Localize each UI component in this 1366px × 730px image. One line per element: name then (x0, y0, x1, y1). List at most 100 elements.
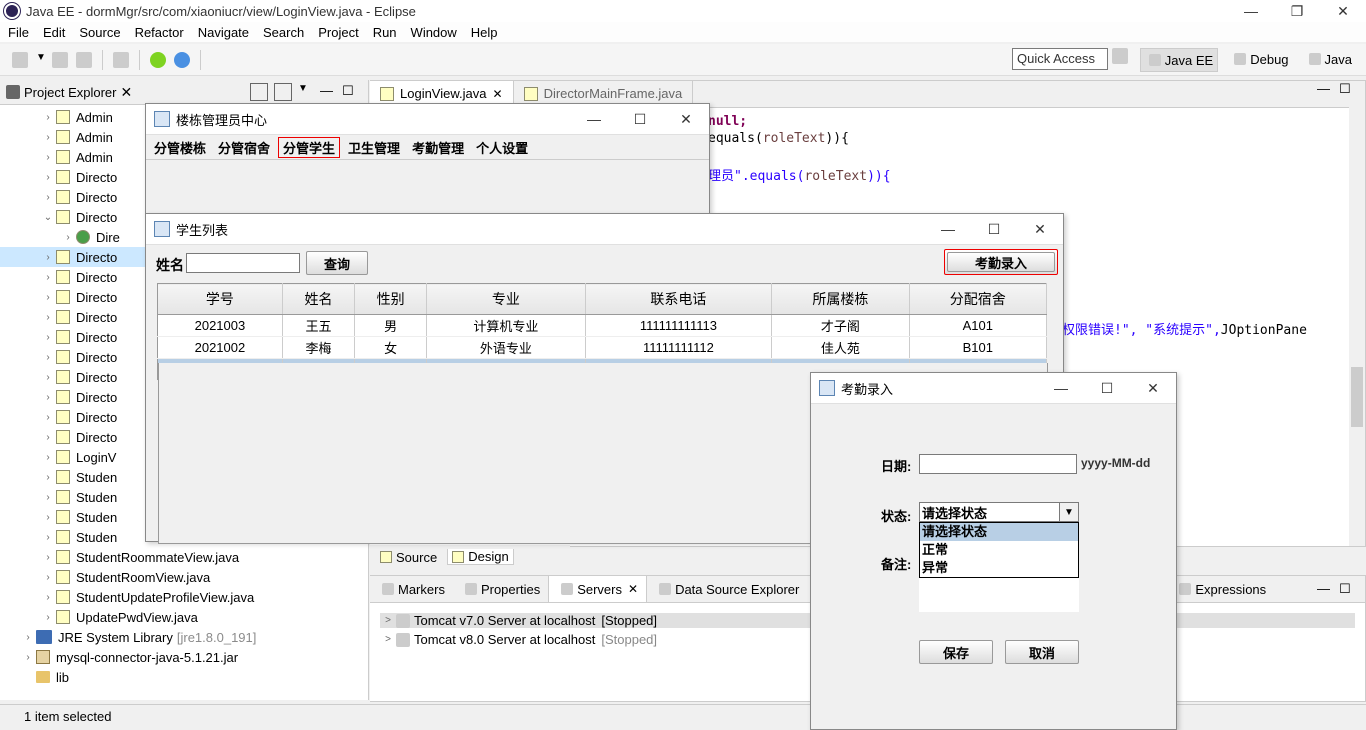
new-icon[interactable] (12, 51, 28, 68)
cancel-button[interactable]: 取消 (1005, 640, 1079, 664)
chevron-down-icon[interactable]: ▼ (1059, 503, 1078, 521)
link-editor-icon[interactable] (274, 83, 292, 101)
table-row[interactable]: 2021002 李梅女外语专业 11111111112 佳人苑 B101 (157, 336, 1048, 359)
debug-icon[interactable] (150, 51, 166, 68)
table-header-cell[interactable]: 所属楼栋 (771, 283, 910, 315)
maximize-icon[interactable]: ☐ (342, 83, 358, 99)
close-icon[interactable]: ✕ (1320, 0, 1366, 22)
tab-servers[interactable]: Servers ✕ (548, 576, 648, 602)
minimize-icon[interactable]: — (571, 104, 617, 134)
tab-properties[interactable]: Properties (453, 576, 548, 602)
chevron-right-icon[interactable]: › (40, 412, 56, 423)
chevron-right-icon[interactable]: › (60, 232, 76, 243)
minimize-icon[interactable]: — (320, 83, 336, 99)
chevron-right-icon[interactable]: › (40, 492, 56, 503)
menu-file[interactable]: File (8, 25, 29, 40)
search-input[interactable] (186, 253, 300, 273)
menu-edit[interactable]: Edit (43, 25, 65, 40)
menu-dorms[interactable]: 分管宿舍 (214, 138, 274, 157)
chevron-right-icon[interactable]: › (40, 332, 56, 343)
close-icon[interactable]: ✕ (120, 84, 132, 101)
restore-icon[interactable]: ❐ (1274, 0, 1320, 22)
table-header-cell[interactable]: 姓名 (282, 283, 356, 315)
save-button[interactable]: 保存 (919, 640, 993, 664)
chevron-right-icon[interactable]: › (40, 452, 56, 463)
save-all-icon[interactable] (76, 51, 92, 68)
menu-help[interactable]: Help (471, 25, 498, 40)
open-perspective-icon[interactable] (1111, 48, 1128, 64)
close-icon[interactable]: ✕ (1130, 373, 1176, 403)
chevron-right-icon[interactable]: › (40, 592, 56, 603)
chevron-right-icon[interactable]: › (40, 392, 56, 403)
chevron-right-icon[interactable]: › (40, 352, 56, 363)
table-row[interactable]: 2021003 王五男计算机专业 111111111113 才子阁 A101 (157, 314, 1048, 337)
dropdown-option[interactable]: 请选择状态 (920, 523, 1078, 541)
menu-hygiene[interactable]: 卫生管理 (344, 138, 404, 157)
menu-search[interactable]: Search (263, 25, 304, 40)
menu-buildings[interactable]: 分管楼栋 (150, 138, 210, 157)
attendance-entry-button[interactable]: 考勤录入 (947, 252, 1055, 272)
maximize-icon[interactable]: ☐ (1084, 373, 1130, 403)
chevron-right-icon[interactable]: › (40, 532, 56, 543)
chevron-right-icon[interactable]: › (40, 572, 56, 583)
maximize-icon[interactable]: ☐ (617, 104, 663, 134)
chevron-right-icon[interactable]: › (40, 112, 56, 123)
maximize-icon[interactable]: ☐ (1339, 581, 1355, 597)
tab-expressions[interactable]: Expressions (1167, 576, 1274, 602)
dropdown-icon[interactable]: ▼ (36, 52, 46, 68)
chevron-right-icon[interactable]: > (380, 615, 396, 626)
tree-item[interactable]: › JRE System Library [jre1.8.0_191] (0, 627, 388, 647)
tree-item[interactable]: lib (0, 667, 388, 687)
table-header-cell[interactable]: 联系电话 (585, 283, 773, 315)
tree-item[interactable]: › StudentRoomView.java (0, 567, 408, 587)
chevron-right-icon[interactable]: › (40, 432, 56, 443)
menu-navigate[interactable]: Navigate (198, 25, 249, 40)
chevron-right-icon[interactable]: > (380, 634, 396, 645)
minimize-icon[interactable]: — (1317, 81, 1333, 97)
menu-students[interactable]: 分管学生 (278, 136, 341, 158)
tab-datasource[interactable]: Data Source Explorer (647, 576, 807, 602)
date-input[interactable] (919, 454, 1077, 474)
run-icon[interactable] (174, 51, 190, 68)
menu-window[interactable]: Window (411, 25, 457, 40)
close-icon[interactable]: ✕ (493, 87, 503, 101)
tree-item[interactable]: › StudentUpdateProfileView.java (0, 587, 408, 607)
print-icon[interactable] (113, 51, 129, 68)
save-icon[interactable] (52, 51, 68, 68)
chevron-right-icon[interactable]: › (20, 652, 36, 663)
collapse-all-icon[interactable] (250, 83, 268, 101)
chevron-right-icon[interactable]: › (40, 192, 56, 203)
table-header-cell[interactable]: 学号 (157, 283, 283, 315)
minimize-icon[interactable]: — (1317, 581, 1333, 597)
maximize-icon[interactable]: ☐ (1339, 81, 1355, 97)
chevron-down-icon[interactable]: ⌄ (40, 212, 56, 223)
table-header-cell[interactable]: 专业 (426, 283, 586, 315)
quick-access-input[interactable]: Quick Access (1012, 48, 1108, 70)
perspective-java[interactable]: Java (1301, 48, 1356, 70)
close-icon[interactable]: ✕ (628, 582, 638, 596)
menu-refactor[interactable]: Refactor (135, 25, 184, 40)
status-select[interactable]: 请选择状态 ▼ (919, 502, 1079, 522)
chevron-right-icon[interactable]: › (40, 512, 56, 523)
tab-markers[interactable]: Markers (370, 576, 453, 602)
close-icon[interactable]: ✕ (1017, 214, 1063, 244)
dropdown-option[interactable]: 正常 (920, 541, 1078, 559)
maximize-icon[interactable]: ☐ (971, 214, 1017, 244)
chevron-right-icon[interactable]: › (40, 252, 56, 263)
minimize-icon[interactable]: — (1038, 373, 1084, 403)
chevron-right-icon[interactable]: › (20, 632, 36, 643)
close-icon[interactable]: ✕ (663, 104, 709, 134)
chevron-right-icon[interactable]: › (40, 472, 56, 483)
table-header-cell[interactable]: 性别 (354, 283, 428, 315)
view-menu-icon[interactable]: ▼ (298, 83, 314, 99)
scrollbar-thumb[interactable] (1351, 367, 1363, 427)
chevron-right-icon[interactable]: › (40, 272, 56, 283)
dropdown-option[interactable]: 异常 (920, 559, 1078, 577)
chevron-right-icon[interactable]: › (40, 312, 56, 323)
vertical-scrollbar[interactable] (1349, 107, 1365, 546)
chevron-right-icon[interactable]: › (40, 172, 56, 183)
tree-item[interactable]: › StudentRoommateView.java (0, 547, 408, 567)
chevron-right-icon[interactable]: › (40, 152, 56, 163)
menu-settings[interactable]: 个人设置 (472, 138, 532, 157)
minimize-icon[interactable]: — (1228, 0, 1274, 22)
